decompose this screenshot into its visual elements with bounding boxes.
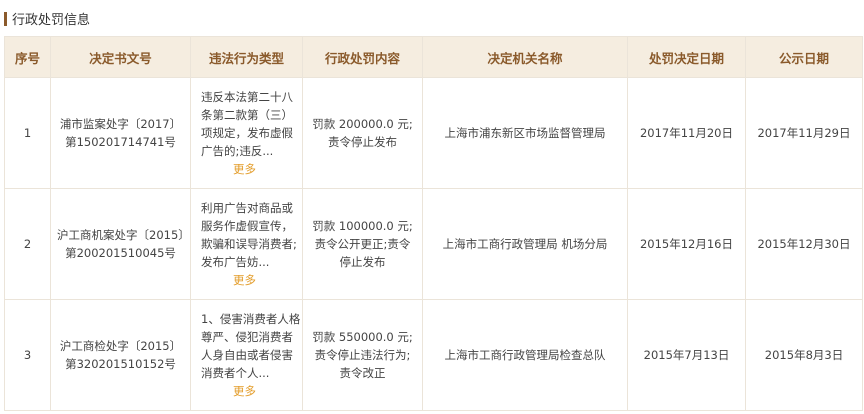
col-header-content: 行政处罚内容	[302, 36, 423, 78]
col-header-decision-date: 处罚决定日期	[627, 36, 746, 78]
cell-doc: 沪工商机案处字〔2015〕第200201510045号	[50, 188, 191, 300]
penalty-table: 序号 决定书文号 违法行为类型 行政处罚内容 决定机关名称 处罚决定日期 公示日…	[4, 36, 863, 411]
title-bar-marker	[4, 11, 7, 26]
cell-no: 2	[4, 188, 51, 300]
cell-violation: 违反本法第二十八条第二款第（三）项规定，发布虚假广告的;违反... 更多	[190, 77, 303, 189]
col-header-no: 序号	[4, 36, 51, 78]
col-header-publish-date: 公示日期	[745, 36, 863, 78]
violation-text: 1、侵害消费者人格尊严、侵犯消费者人身自由或者侵害消费者个人...	[201, 312, 301, 380]
table-row: 2 沪工商机案处字〔2015〕第200201510045号 利用广告对商品或服务…	[4, 188, 863, 300]
col-header-doc: 决定书文号	[50, 36, 191, 78]
cell-publish-date: 2015年8月3日	[745, 299, 863, 411]
cell-no: 3	[4, 299, 51, 411]
cell-violation: 1、侵害消费者人格尊严、侵犯消费者人身自由或者侵害消费者个人... 更多	[190, 299, 303, 411]
cell-publish-date: 2017年11月29日	[745, 77, 863, 189]
cell-org: 上海市工商行政管理局 机场分局	[422, 188, 628, 300]
violation-text: 违反本法第二十八条第二款第（三）项规定，发布虚假广告的;违反...	[201, 90, 293, 158]
cell-doc: 浦市监案处字〔2017〕第150201714741号	[50, 77, 191, 189]
table-header-row: 序号 决定书文号 违法行为类型 行政处罚内容 决定机关名称 处罚决定日期 公示日…	[4, 36, 863, 78]
cell-violation: 利用广告对商品或服务作虚假宣传，欺骗和误导消费者;发布广告妨... 更多	[190, 188, 303, 300]
table-row: 1 浦市监案处字〔2017〕第150201714741号 违反本法第二十八条第二…	[4, 77, 863, 189]
cell-content: 罚款 200000.0 元;责令停止发布	[302, 77, 423, 189]
violation-text: 利用广告对商品或服务作虚假宣传，欺骗和误导消费者;发布广告妨...	[201, 201, 297, 269]
cell-org: 上海市工商行政管理局检查总队	[422, 299, 628, 411]
col-header-violation: 违法行为类型	[190, 36, 303, 78]
table-row: 3 沪工商检处字〔2015〕第320201510152号 1、侵害消费者人格尊严…	[4, 299, 863, 411]
cell-publish-date: 2015年12月30日	[745, 188, 863, 300]
section-title-text: 行政处罚信息	[12, 13, 91, 28]
section-title: 行政处罚信息	[4, 9, 90, 28]
cell-doc: 沪工商检处字〔2015〕第320201510152号	[50, 299, 191, 411]
col-header-org: 决定机关名称	[422, 36, 628, 78]
cell-decision-date: 2017年11月20日	[627, 77, 746, 189]
cell-org: 上海市浦东新区市场监督管理局	[422, 77, 628, 189]
more-link[interactable]: 更多	[233, 384, 256, 398]
more-link[interactable]: 更多	[233, 273, 256, 287]
cell-content: 罚款 550000.0 元;责令停止违法行为;责令改正	[302, 299, 423, 411]
more-link[interactable]: 更多	[233, 162, 256, 176]
cell-decision-date: 2015年7月13日	[627, 299, 746, 411]
cell-decision-date: 2015年12月16日	[627, 188, 746, 300]
cell-content: 罚款 100000.0 元;责令公开更正;责令停止发布	[302, 188, 423, 300]
cell-no: 1	[4, 77, 51, 189]
